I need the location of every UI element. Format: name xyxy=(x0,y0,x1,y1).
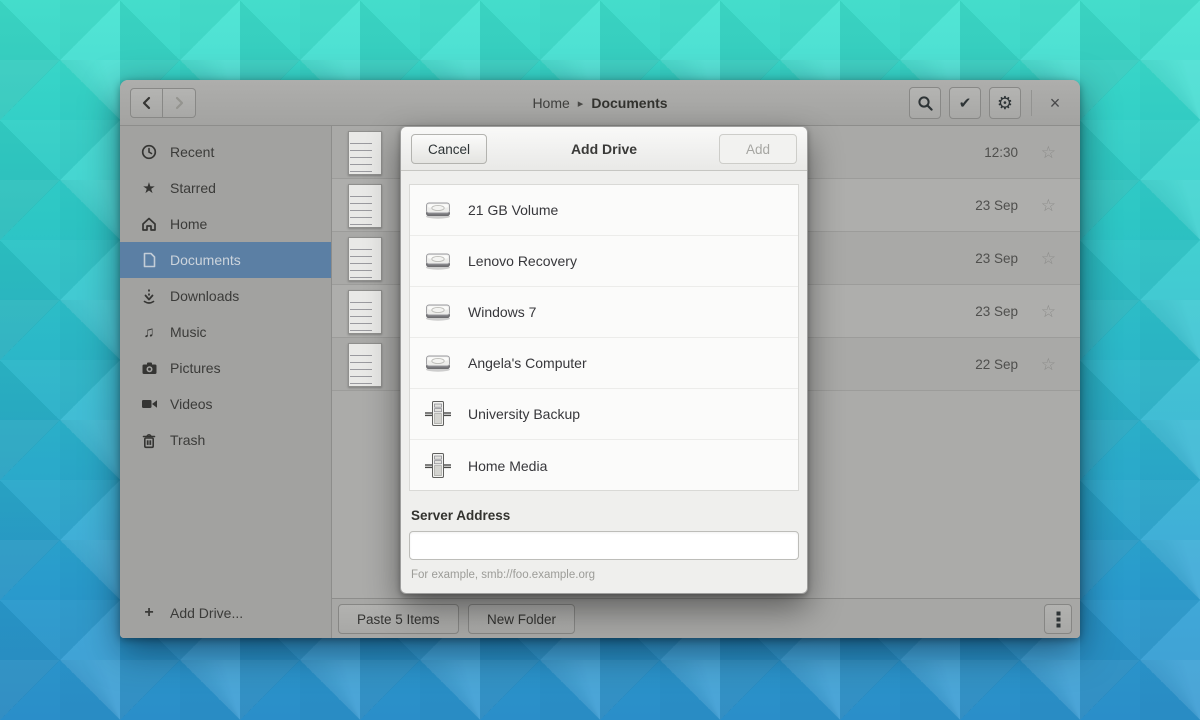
drive-list: 21 GB Volume Lenovo Recovery Windows 7 A… xyxy=(409,184,799,491)
star-toggle-icon[interactable]: ☆ xyxy=(1041,126,1056,179)
sidebar-item-label: Videos xyxy=(170,396,213,412)
file-date: 23 Sep xyxy=(975,285,1018,338)
sidebar-item-label: Recent xyxy=(170,144,214,160)
star-toggle-icon[interactable]: ☆ xyxy=(1041,285,1056,338)
drive-name: Windows 7 xyxy=(468,304,536,320)
drive-row[interactable]: 21 GB Volume xyxy=(410,185,798,236)
drive-name: Angela's Computer xyxy=(468,355,587,371)
sidebar-add-drive[interactable]: + Add Drive... xyxy=(120,597,331,629)
server-address-label: Server Address xyxy=(411,508,510,523)
harddisk-icon xyxy=(422,296,454,328)
paste-button[interactable]: Paste 5 Items xyxy=(338,604,459,634)
sidebar-item-label: Pictures xyxy=(170,360,221,376)
file-date: 12:30 xyxy=(984,126,1018,179)
starred-icon: ★ xyxy=(140,179,158,197)
check-icon: ✔ xyxy=(959,94,972,112)
close-window-button[interactable]: × xyxy=(1042,87,1068,119)
file-thumbnail xyxy=(348,290,382,334)
search-icon xyxy=(917,95,934,112)
file-thumbnail xyxy=(348,184,382,228)
sidebar-item-documents[interactable]: Documents xyxy=(120,242,331,278)
more-options-button[interactable] xyxy=(1044,604,1072,634)
drive-row[interactable]: University Backup xyxy=(410,389,798,440)
add-drive-label: Add Drive... xyxy=(170,605,243,621)
star-toggle-icon[interactable]: ☆ xyxy=(1041,338,1056,391)
drive-name: Home Media xyxy=(468,458,547,474)
breadcrumb-parent[interactable]: Home xyxy=(532,95,569,111)
cancel-button-label: Cancel xyxy=(428,142,470,157)
network-server-icon xyxy=(422,398,454,430)
sidebar-item-music[interactable]: ♫ Music xyxy=(120,314,331,350)
add-drive-dialog: Add Drive Cancel Add 21 GB Volume Lenovo… xyxy=(400,126,808,594)
bottom-bar: Paste 5 Items New Folder xyxy=(332,598,1080,638)
drive-row[interactable]: Angela's Computer xyxy=(410,338,798,389)
headerbar-separator xyxy=(1031,90,1032,116)
file-date: 23 Sep xyxy=(975,232,1018,285)
gear-icon: ⚙ xyxy=(997,93,1013,114)
drive-name: University Backup xyxy=(468,406,580,422)
sidebar-item-label: Music xyxy=(170,324,207,340)
new-folder-button[interactable]: New Folder xyxy=(468,604,575,634)
sidebar-item-starred[interactable]: ★ Starred xyxy=(120,170,331,206)
sidebar-item-videos[interactable]: Videos xyxy=(120,386,331,422)
harddisk-icon xyxy=(422,245,454,277)
home-icon xyxy=(140,216,158,232)
sidebar: Recent ★ Starred Home Documents Download… xyxy=(120,126,332,638)
recent-icon xyxy=(140,144,158,160)
file-thumbnail xyxy=(348,131,382,175)
sidebar-item-label: Documents xyxy=(170,252,241,268)
sidebar-item-label: Trash xyxy=(170,432,205,448)
video-camera-icon xyxy=(140,397,158,411)
add-button[interactable]: Add xyxy=(719,134,797,164)
music-icon: ♫ xyxy=(140,324,158,341)
harddisk-icon xyxy=(422,347,454,379)
sidebar-item-recent[interactable]: Recent xyxy=(120,134,331,170)
drive-row[interactable]: Windows 7 xyxy=(410,287,798,338)
sidebar-item-label: Downloads xyxy=(170,288,239,304)
harddisk-icon xyxy=(422,194,454,226)
file-date: 23 Sep xyxy=(975,179,1018,232)
add-button-label: Add xyxy=(746,142,770,157)
file-thumbnail xyxy=(348,237,382,281)
close-icon: × xyxy=(1050,93,1061,114)
drive-name: 21 GB Volume xyxy=(468,202,558,218)
drive-row[interactable]: Lenovo Recovery xyxy=(410,236,798,287)
plus-icon: + xyxy=(140,604,158,622)
search-button[interactable] xyxy=(909,87,941,119)
sidebar-item-home[interactable]: Home xyxy=(120,206,331,242)
kebab-menu-icon xyxy=(1056,611,1061,628)
star-toggle-icon[interactable]: ☆ xyxy=(1041,179,1056,232)
sidebar-item-label: Starred xyxy=(170,180,216,196)
cancel-button[interactable]: Cancel xyxy=(411,134,487,164)
sidebar-item-trash[interactable]: Trash xyxy=(120,422,331,458)
camera-icon xyxy=(140,360,158,376)
drive-name: Lenovo Recovery xyxy=(468,253,577,269)
server-address-input[interactable] xyxy=(409,531,799,560)
paste-button-label: Paste 5 Items xyxy=(357,612,440,627)
server-address-hint: For example, smb://foo.example.org xyxy=(411,569,595,581)
settings-button[interactable]: ⚙ xyxy=(989,87,1021,119)
document-icon xyxy=(140,252,158,268)
star-toggle-icon[interactable]: ☆ xyxy=(1041,232,1056,285)
sidebar-item-downloads[interactable]: Downloads xyxy=(120,278,331,314)
dialog-header: Add Drive Cancel Add xyxy=(401,127,807,171)
network-server-icon xyxy=(422,450,454,482)
new-folder-button-label: New Folder xyxy=(487,612,556,627)
headerbar: Home ▸ Documents ✔ ⚙ × xyxy=(120,80,1080,126)
headerbar-actions: ✔ ⚙ × xyxy=(909,87,1068,119)
file-thumbnail xyxy=(348,343,382,387)
drive-row[interactable]: Home Media xyxy=(410,440,798,491)
selection-mode-button[interactable]: ✔ xyxy=(949,87,981,119)
sidebar-item-label: Home xyxy=(170,216,207,232)
breadcrumb-current[interactable]: Documents xyxy=(591,95,667,111)
trash-icon xyxy=(140,432,158,449)
sidebar-item-pictures[interactable]: Pictures xyxy=(120,350,331,386)
breadcrumb-arrow-icon: ▸ xyxy=(578,97,584,110)
file-date: 22 Sep xyxy=(975,338,1018,391)
download-icon xyxy=(140,288,158,305)
